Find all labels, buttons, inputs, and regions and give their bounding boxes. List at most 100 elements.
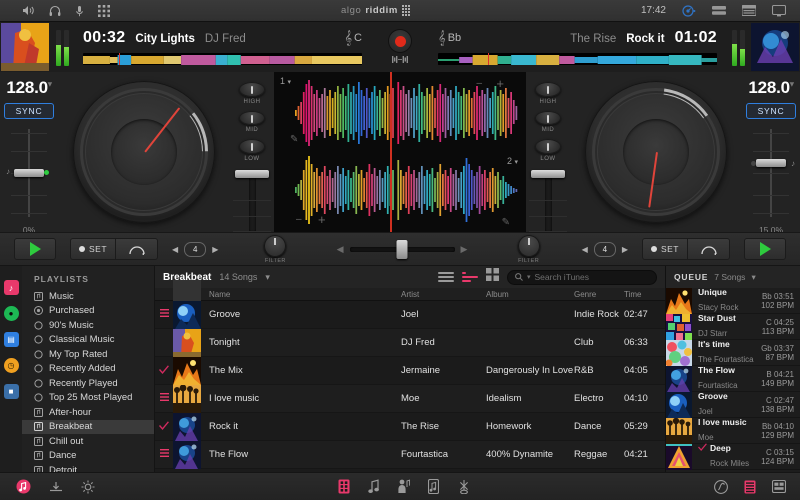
sampler-pad-icon[interactable]	[772, 480, 786, 493]
record-button[interactable]	[389, 30, 411, 52]
center-waveform-display[interactable]: 1 ▾ 2 ▾	[274, 72, 526, 232]
left-deck-overview-waveform[interactable]	[83, 53, 362, 65]
column-header-time[interactable]: Time	[624, 290, 666, 299]
sidebar-item-recently-added[interactable]: Recently Added	[22, 362, 154, 377]
right-loop-size-control[interactable]: ◀ 4 ▶	[582, 242, 628, 257]
left-eq-low-knob[interactable]	[239, 139, 265, 154]
crossfader-track[interactable]	[350, 247, 455, 252]
compact-view-button[interactable]	[462, 271, 478, 284]
table-row[interactable]: The Flow Fourtastica 400% Dynamite Regga…	[155, 441, 665, 469]
left-eq-mid-knob[interactable]	[239, 111, 265, 126]
left-loop-size-value[interactable]: 4	[184, 242, 206, 257]
left-eq-high-knob[interactable]	[239, 82, 265, 97]
zoom-out-icon[interactable]: –	[296, 214, 302, 225]
sort-chevron-icon[interactable]: ▾	[265, 272, 270, 283]
left-volume-fader[interactable]	[235, 170, 269, 232]
column-header-name[interactable]: Name	[201, 290, 401, 299]
loop-decrease-icon[interactable]: ◀	[582, 245, 588, 254]
queue-row[interactable]: The Flow Fourtastica B 04:21 149 BPM	[666, 366, 800, 392]
right-cue-set-button[interactable]: SET	[642, 238, 688, 260]
left-deck-key[interactable]: 𝄞C	[344, 30, 362, 46]
right-filter-knob[interactable]	[518, 235, 540, 257]
search-input[interactable]: ▾ Search iTunes	[507, 270, 657, 285]
queue-chevron-icon[interactable]: ▾	[751, 272, 755, 283]
crossfader-knob[interactable]	[397, 240, 408, 259]
row-queue-icon[interactable]	[155, 449, 173, 460]
effects-icon[interactable]	[714, 480, 728, 494]
right-eq-low-knob[interactable]	[535, 139, 561, 154]
row-queue-icon[interactable]	[155, 309, 173, 320]
display-icon[interactable]	[772, 5, 786, 17]
history-icon[interactable]: ◷	[4, 358, 19, 373]
left-jog-wheel[interactable]	[73, 81, 215, 223]
queue-row[interactable]: I love music Moe Bb 04:10 129 BPM	[666, 418, 800, 444]
sidebar-item-top-25-most-played[interactable]: Top 25 Most Played	[22, 391, 154, 406]
sidebar-item-dance[interactable]: Dance	[22, 449, 154, 464]
right-volume-fader[interactable]	[531, 170, 565, 232]
column-header-genre[interactable]: Genre	[574, 290, 624, 299]
crossfader[interactable]: ◀ ▶	[286, 244, 517, 255]
sidebar-item-purchased[interactable]: Purchased	[22, 304, 154, 319]
spotify-icon[interactable]: ●	[4, 306, 19, 321]
left-pitch-fader[interactable]: ♪	[7, 129, 51, 217]
itunes-icon[interactable]: ♪	[4, 280, 19, 295]
right-eq-high-knob[interactable]	[535, 82, 561, 97]
left-wave-pen-icon[interactable]: ✎	[290, 134, 298, 145]
sampler-icon[interactable]	[428, 479, 439, 494]
right-eq-mid-knob[interactable]	[535, 111, 561, 126]
sidebar-item-classical-music[interactable]: Classical Music	[22, 333, 154, 348]
import-icon[interactable]	[49, 481, 63, 493]
table-row[interactable]: Rock it The Rise Homework Dance 05:29 11…	[155, 413, 665, 441]
right-sync-button[interactable]: SYNC	[746, 103, 797, 119]
grid-view-button[interactable]	[486, 268, 499, 286]
sidebar-item-my-top-rated[interactable]: My Top Rated	[22, 347, 154, 362]
sidebar-item-music[interactable]: Music	[22, 289, 154, 304]
loop-decrease-icon[interactable]: ◀	[172, 245, 178, 254]
right-deck-overview-waveform[interactable]	[438, 53, 717, 65]
zoom-in-icon-right[interactable]: +	[496, 76, 504, 91]
music-note-icon[interactable]	[368, 479, 379, 494]
folder-icon[interactable]: ■	[4, 384, 19, 399]
video-icon[interactable]	[338, 479, 350, 494]
right-deck-album-art[interactable]	[751, 23, 799, 71]
left-loop-size-control[interactable]: ◀ 4 ▶	[172, 242, 218, 257]
sidebar-item-90s-music[interactable]: 90's Music	[22, 318, 154, 333]
library-icon[interactable]: ▤	[4, 332, 19, 347]
queue-row[interactable]: It's time The Fourtastica Gb 03:37 87 BP…	[666, 340, 800, 366]
list-layout-icon[interactable]	[742, 5, 756, 16]
volume-icon[interactable]	[22, 5, 35, 16]
left-sync-button[interactable]: SYNC	[4, 103, 55, 119]
row-queue-icon[interactable]	[155, 393, 173, 404]
list-view-icon[interactable]	[744, 480, 756, 494]
instrument-icon[interactable]	[457, 479, 471, 494]
queue-row[interactable]: Star Dust DJ Starr C 04:25 113 BPM	[666, 314, 800, 340]
column-header-artist[interactable]: Artist	[401, 290, 486, 299]
table-row[interactable]: The Mix Jermaine Dangerously In Love R&B…	[155, 357, 665, 385]
itunes-source-icon[interactable]	[16, 479, 31, 494]
right-pitch-fader[interactable]: ♪	[749, 129, 793, 217]
right-loop-button[interactable]	[688, 238, 730, 260]
sidebar-item-detroit[interactable]: Detroit	[22, 463, 154, 472]
zoom-in-icon[interactable]: +	[318, 212, 326, 227]
split-layout-icon[interactable]	[712, 5, 726, 16]
right-deck-key[interactable]: 𝄞Bb	[438, 30, 461, 46]
zoom-out-icon-right[interactable]: –	[476, 78, 482, 89]
queue-row[interactable]: Groove Joel C 02:47 138 BPM	[666, 392, 800, 418]
person-note-icon[interactable]	[397, 479, 410, 494]
right-wave-pen-icon[interactable]: ✎	[502, 217, 510, 228]
table-row[interactable]: I love music Moe Idealism Electro 04:10 …	[155, 385, 665, 413]
microphone-icon[interactable]	[75, 5, 84, 17]
left-cue-set-button[interactable]: SET	[70, 238, 116, 260]
left-deck-bpm[interactable]: 128.0▾	[6, 78, 51, 98]
left-filter-knob[interactable]	[264, 235, 286, 257]
right-loop-size-value[interactable]: 4	[594, 242, 616, 257]
crossfader-right-arrow[interactable]: ▶	[461, 244, 468, 255]
list-view-button[interactable]	[438, 271, 454, 284]
left-deck-album-art[interactable]	[1, 23, 49, 71]
right-play-button[interactable]	[744, 238, 786, 260]
right-jog-wheel[interactable]	[585, 81, 727, 223]
column-header-album[interactable]: Album	[486, 290, 574, 299]
brightness-icon[interactable]	[81, 480, 95, 494]
right-deck-bpm[interactable]: 128.0▾	[748, 78, 793, 98]
queue-row[interactable]: Deep Rock Miles C 03:15 124 BPM	[666, 444, 800, 470]
